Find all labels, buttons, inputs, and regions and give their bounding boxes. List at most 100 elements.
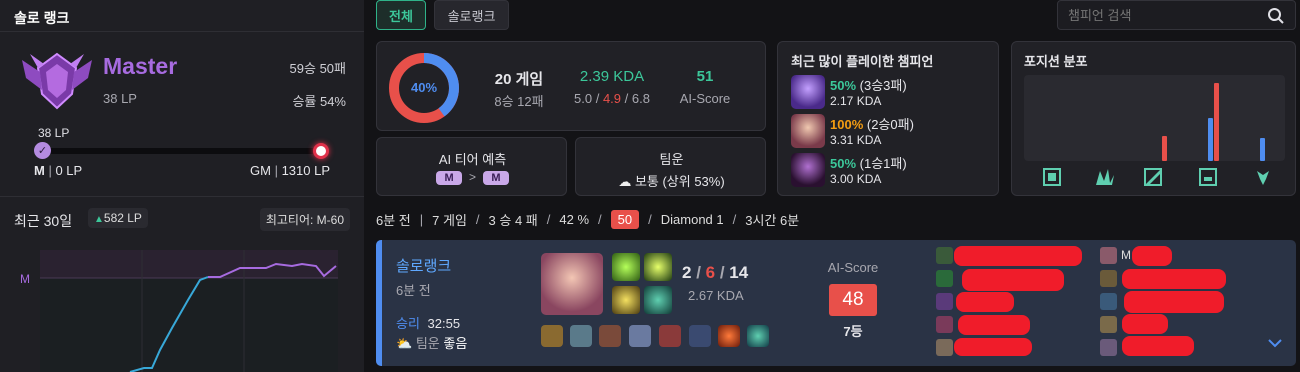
team1-player-5-icon[interactable] — [936, 339, 953, 356]
sidebar-header: 솔로 랭크 — [0, 0, 364, 32]
trinket-icon[interactable] — [747, 325, 769, 347]
redacted-name — [1124, 291, 1224, 313]
summoner-spell-flash-icon[interactable] — [644, 253, 672, 281]
match-luck-value: 좋음 — [443, 336, 468, 351]
champion-2-stat: 100% (2승0패) — [830, 114, 914, 133]
position-distribution-card: 포지션 분포 — [1011, 41, 1296, 196]
champion-1-pct: 50% — [830, 78, 857, 93]
team1-player-2-icon[interactable] — [936, 270, 953, 287]
games-wl: 8승 12패 — [494, 94, 544, 109]
ai-tier-badges: M > M — [377, 170, 568, 185]
progress-track — [42, 148, 322, 154]
search-icon[interactable] — [1267, 7, 1285, 25]
team1-player-4-icon[interactable] — [936, 316, 953, 333]
progress-end: GM | 1310 LP — [250, 163, 330, 178]
tier-lp: 38 LP — [103, 91, 137, 106]
item-3-icon[interactable] — [599, 325, 621, 347]
mid-red-bar — [1161, 136, 1167, 161]
champion-portrait-1[interactable] — [791, 75, 825, 109]
team2-player-4-icon[interactable] — [1100, 316, 1117, 333]
win-indicator — [376, 240, 382, 366]
filter-score-badge: 50 — [610, 209, 640, 229]
chevron-down-icon[interactable] — [1268, 338, 1282, 348]
ai-tier-arrow: > — [468, 170, 476, 184]
item-4-icon[interactable] — [629, 325, 651, 347]
progress-check-icon: ✓ — [34, 142, 51, 159]
redacted-name — [958, 315, 1030, 335]
filter-wl: 3 승 4 패 — [488, 212, 538, 228]
progress-start-lp: 0 LP — [55, 163, 83, 178]
match-duration: 32:55 — [427, 316, 461, 331]
recent-champions-card: 최근 많이 플레이한 챔피언 50% (3승3패) 2.17 KDA 100% … — [777, 41, 999, 196]
peak-tier: 최고티어: M-60 — [259, 208, 350, 231]
champion-3-stat: 50% (1승1패) — [830, 153, 907, 172]
team2-player-3-icon[interactable] — [1100, 293, 1117, 310]
progress-start-tier: M — [34, 163, 45, 178]
recent-filter-bar: 6분 전 | 7 게임 / 3 승 4 패 / 42 % / 50 / Diam… — [376, 209, 800, 229]
tab-solo-rank[interactable]: 솔로랭크 — [434, 0, 509, 30]
team2-player-5-icon[interactable] — [1100, 339, 1117, 356]
filter-time: 6분 전 — [376, 212, 411, 228]
team1-player-1-icon[interactable] — [936, 247, 953, 264]
position-icons — [1043, 168, 1269, 186]
positions-title: 포지션 분포 — [1024, 54, 1088, 69]
kda-assist: 6.8 — [631, 91, 650, 106]
winrate: 승률 54% — [292, 94, 346, 109]
match-deaths: 6 — [705, 263, 716, 282]
lp-graph — [40, 250, 338, 372]
record: 59승 50패 — [289, 61, 346, 76]
filter-winrate: 42 % — [559, 211, 590, 227]
team2-player-1-icon[interactable] — [1100, 247, 1117, 264]
search-input[interactable] — [1068, 6, 1258, 24]
progress-lp-label: 38 LP — [38, 126, 70, 140]
redacted-name — [962, 269, 1064, 291]
champion-portrait-3[interactable] — [791, 153, 825, 187]
kda-sep: / — [592, 91, 603, 106]
recent-change: ▲582 LP — [88, 208, 148, 228]
rune-primary-icon[interactable] — [612, 286, 640, 314]
redacted-name — [954, 246, 1082, 266]
champion-2-record: (2승0패) — [863, 117, 914, 132]
redacted-name — [1122, 269, 1226, 289]
redacted-name — [1132, 246, 1172, 266]
team-luck-text: 보통 (상위 53%) — [634, 174, 725, 189]
champion-portrait-2[interactable] — [791, 114, 825, 148]
match-luck-label: 팀운 — [415, 336, 440, 351]
summoner-spell-ignite-icon[interactable] — [612, 253, 640, 281]
team2-player-1-name[interactable]: M — [1121, 248, 1131, 262]
match-row[interactable]: 솔로랭크 6분 전 승리 32:55 ⛅ 팀운 좋음 2 / 6 / 14 2.… — [376, 240, 1296, 366]
item-6-icon[interactable] — [718, 325, 740, 347]
kda-detail: 5.0 / 4.9 / 6.8 — [563, 91, 661, 106]
redacted-name — [1122, 336, 1194, 356]
item-5-icon[interactable] — [659, 325, 681, 347]
item-1-icon[interactable] — [541, 325, 563, 347]
recent-change-value: 582 LP — [103, 211, 142, 225]
champion-2-pct: 100% — [830, 117, 864, 132]
rune-secondary-icon[interactable] — [644, 286, 672, 314]
match-ai-label: AI-Score — [827, 260, 879, 275]
tab-all[interactable]: 전체 — [376, 0, 426, 30]
progress-end-tier: GM — [250, 163, 271, 178]
match-luck-row: ⛅ 팀운 좋음 — [396, 333, 467, 352]
team-luck-value: ☁ 보통 (상위 53%) — [576, 171, 767, 190]
match-ai-score: 48 — [829, 284, 877, 316]
kda-sep: / — [621, 91, 632, 106]
sidebar-title: 솔로 랭크 — [14, 10, 70, 26]
kda-kill: 5.0 — [574, 91, 593, 106]
ai-score-label: AI-Score — [679, 91, 731, 106]
filter-tier: Diamond 1 — [660, 211, 724, 227]
master-emblem-icon — [22, 52, 92, 110]
ai-tier-card: AI 티어 예측 M > M — [376, 137, 567, 196]
progress-start: M | 0 LP — [34, 163, 83, 178]
filter-games: 7 게임 — [432, 212, 467, 228]
graph-tier-label: M — [20, 272, 30, 286]
champion-3-kda: 3.00 KDA — [830, 172, 882, 186]
match-queue: 솔로랭크 — [396, 258, 452, 275]
item-2-icon[interactable] — [570, 325, 592, 347]
champion-portrait[interactable] — [541, 253, 603, 315]
champion-search[interactable] — [1057, 0, 1296, 30]
tier-name: Master — [103, 53, 178, 79]
team1-player-3-icon[interactable] — [936, 293, 953, 310]
redacted-name — [954, 338, 1032, 356]
team2-player-2-icon[interactable] — [1100, 270, 1117, 287]
